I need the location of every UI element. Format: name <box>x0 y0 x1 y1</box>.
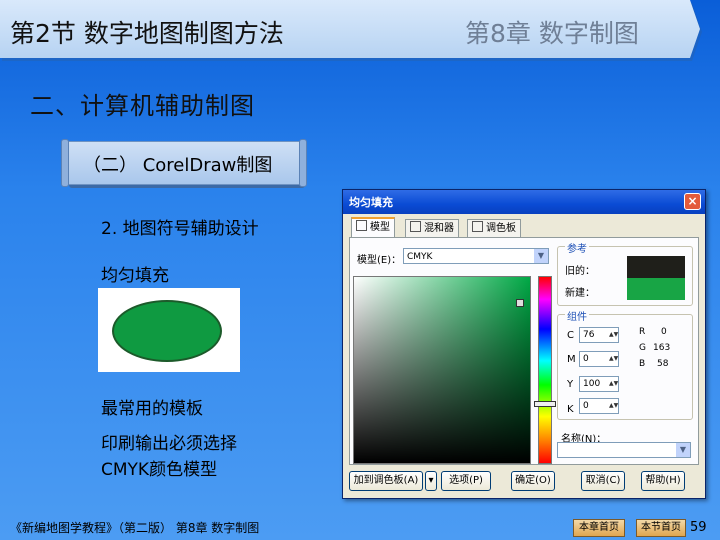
content-item-1: 2. 地图符号辅助设计 <box>101 219 259 239</box>
old-color-swatch <box>627 256 685 278</box>
tab-palette[interactable]: 调色板 <box>467 219 521 238</box>
spin-icon[interactable]: ▲▼ <box>609 353 618 365</box>
spin-icon[interactable]: ▲▼ <box>609 400 618 412</box>
palette-icon <box>472 221 483 232</box>
tab-palette-label: 调色板 <box>486 223 516 234</box>
section-home-button[interactable]: 本节首页 <box>636 519 686 537</box>
scroll-label-text: （二） CorelDraw制图 <box>83 155 273 176</box>
content-item-4-line1: 印刷输出必须选择 <box>101 434 237 454</box>
components-title: 组件 <box>565 308 589 323</box>
model-select-value: CMYK <box>407 252 433 262</box>
r-value: 0 <box>661 327 667 337</box>
content-item-2: 均匀填充 <box>101 266 169 286</box>
fill-example-box <box>98 288 240 372</box>
footer-book-title: 《新编地图学教程》（第二版） 第8章 数字制图 <box>10 521 260 535</box>
scroll-label: （二） CorelDraw制图 <box>61 139 307 187</box>
chevron-down-icon[interactable]: ▼ <box>534 249 548 263</box>
section-title: 第2节 数字地图制图方法 <box>10 19 284 48</box>
dialog-title: 均匀填充 <box>349 196 393 209</box>
model-select[interactable]: CMYK ▼ <box>403 248 549 264</box>
k-input[interactable]: 0 ▲▼ <box>579 398 619 414</box>
g-value: 163 <box>653 343 671 353</box>
y-label: Y <box>567 379 574 390</box>
c-label: C <box>567 330 574 341</box>
tab-mixer[interactable]: 混和器 <box>405 219 459 238</box>
model-icon <box>356 220 367 231</box>
b-label: B <box>639 359 646 369</box>
c-input[interactable]: 76 ▲▼ <box>579 327 619 343</box>
dialog-titlebar[interactable]: 均匀填充 × <box>343 190 705 214</box>
spin-icon[interactable]: ▲▼ <box>609 378 618 390</box>
ok-button[interactable]: 确定(O) <box>511 471 555 491</box>
tab-model-label: 模型 <box>370 222 390 233</box>
reference-title: 参考 <box>565 240 589 255</box>
r-label: R <box>639 327 646 337</box>
add-to-palette-dropdown[interactable]: ▾ <box>425 471 437 491</box>
uniform-fill-dialog: 均匀填充 × 模型 混和器 调色板 模型(E)： CMYK ▼ 参考 旧的： 新… <box>342 189 706 499</box>
mixer-icon <box>410 221 421 232</box>
m-input[interactable]: 0 ▲▼ <box>579 351 619 367</box>
y-value: 100 <box>583 379 601 389</box>
page-number: 59 <box>690 520 707 535</box>
c-value: 76 <box>583 330 595 340</box>
b-value: 58 <box>657 359 669 369</box>
model-label: 模型(E)： <box>357 255 402 266</box>
g-label: G <box>639 343 646 353</box>
chapter-home-button[interactable]: 本章首页 <box>573 519 625 537</box>
chapter-title: 第8章 数字制图 <box>465 19 639 48</box>
chevron-down-icon[interactable]: ▼ <box>676 443 690 457</box>
options-button[interactable]: 选项(P) <box>441 471 491 491</box>
color-field[interactable] <box>353 276 531 464</box>
content-item-3: 最常用的模板 <box>101 399 203 419</box>
k-value: 0 <box>583 401 589 411</box>
new-color-label: 新建： <box>565 288 595 299</box>
spin-icon[interactable]: ▲▼ <box>609 329 618 341</box>
close-icon[interactable]: × <box>684 193 701 210</box>
new-color-swatch <box>627 278 685 300</box>
m-value: 0 <box>583 354 589 364</box>
add-to-palette-button[interactable]: 加到调色板(A) <box>349 471 423 491</box>
name-select[interactable]: ▼ <box>557 442 691 458</box>
old-color-label: 旧的： <box>565 266 595 277</box>
slide-heading: 二、计算机辅助制图 <box>30 92 255 120</box>
content-item-4-line2: CMYK颜色模型 <box>101 460 218 480</box>
color-picker-handle[interactable] <box>516 299 524 307</box>
tab-mixer-label: 混和器 <box>424 223 454 234</box>
cancel-button[interactable]: 取消(C) <box>581 471 625 491</box>
hue-slider-handle[interactable] <box>534 401 556 407</box>
hue-slider[interactable] <box>538 276 552 464</box>
help-button[interactable]: 帮助(H) <box>641 471 685 491</box>
m-label: M <box>567 354 576 365</box>
k-label: K <box>567 404 574 415</box>
components-group <box>557 314 693 420</box>
green-ellipse-example <box>112 300 222 362</box>
y-input[interactable]: 100 ▲▼ <box>579 376 619 392</box>
